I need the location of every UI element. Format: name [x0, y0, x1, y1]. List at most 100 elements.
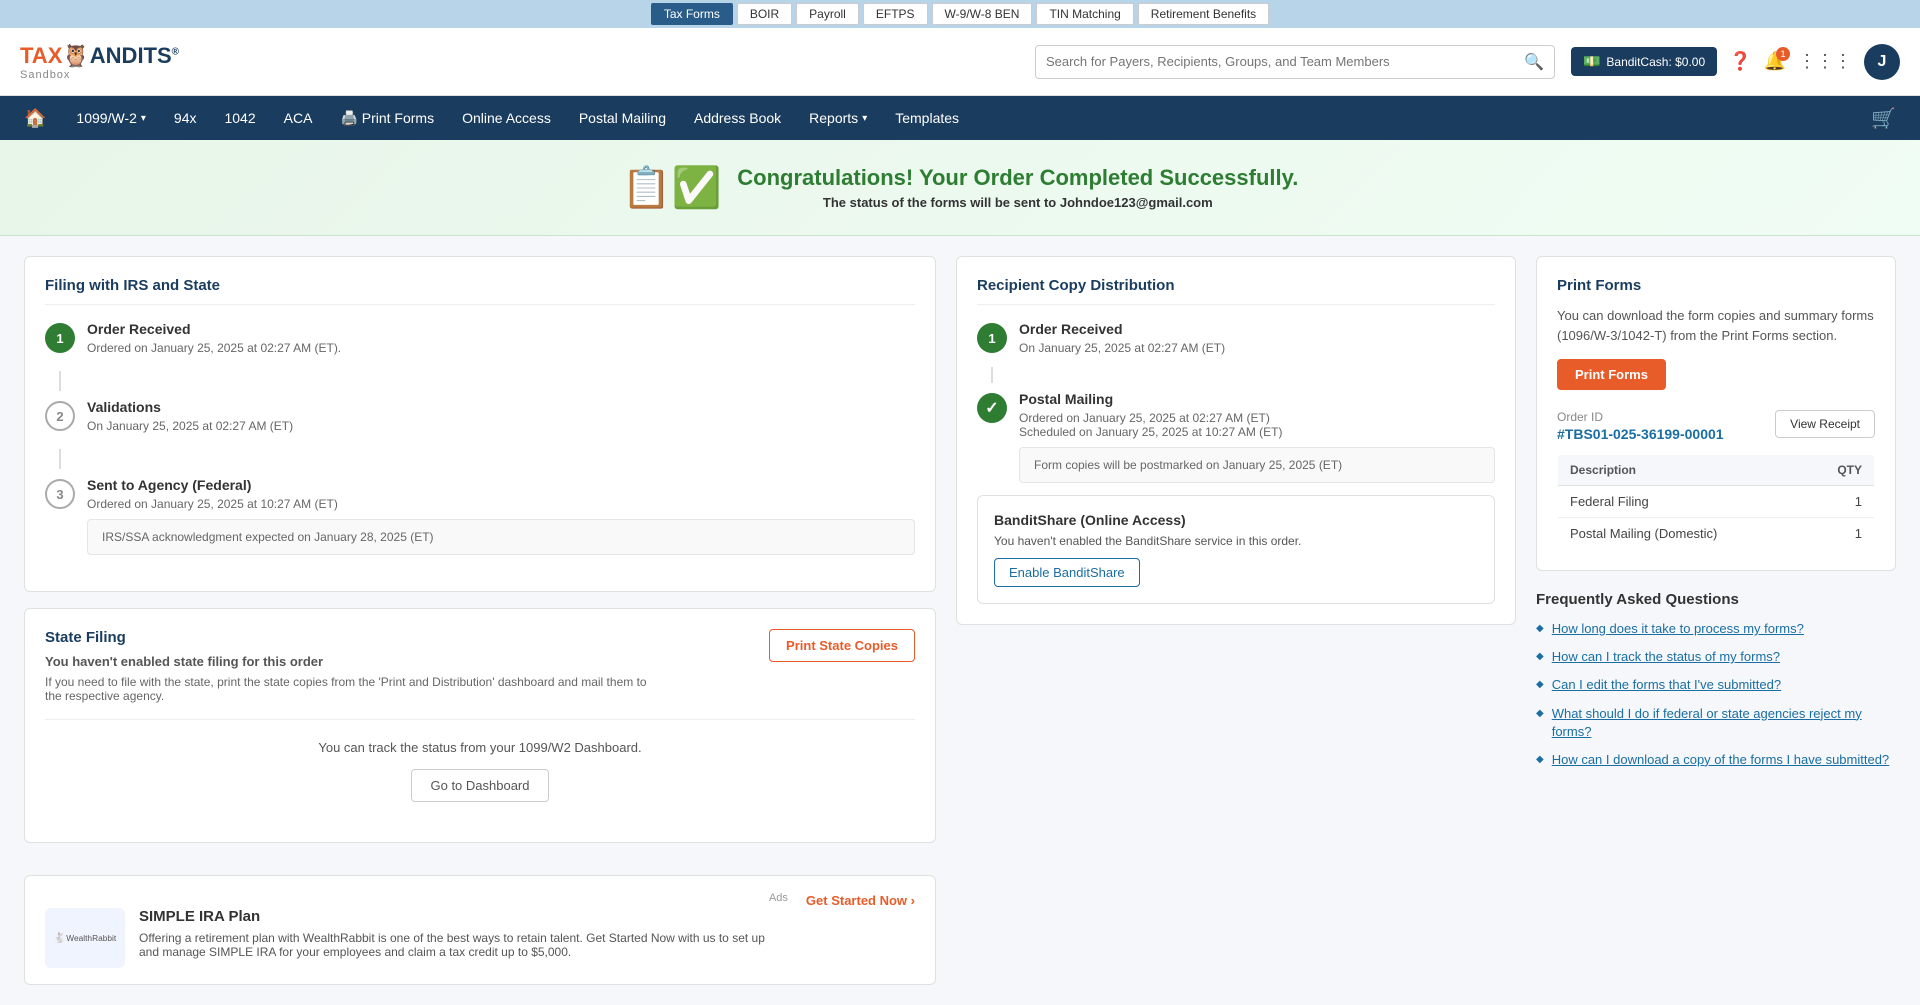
nav-item-94x[interactable]: 94x	[160, 100, 211, 136]
ads-cta-area[interactable]: Get Started Now ›	[802, 892, 915, 908]
nav-item-address-book[interactable]: Address Book	[680, 100, 795, 136]
topbar-item-w9[interactable]: W-9/W-8 BEN	[932, 3, 1033, 25]
nav-item-1042[interactable]: 1042	[210, 100, 269, 136]
col-description: Description	[1558, 455, 1804, 486]
col-qty: QTY	[1804, 455, 1875, 486]
ads-text: SIMPLE IRA Plan Offering a retirement pl…	[139, 908, 788, 959]
faq-diamond-3: ◆	[1536, 679, 1544, 690]
logo[interactable]: TAX🦉ANDITS® Sandbox	[20, 43, 179, 81]
faq-diamond-5: ◆	[1536, 754, 1544, 765]
bandit-cash-icon: 💵	[1583, 53, 1600, 70]
recipient-step1-detail: On January 25, 2025 at 02:27 AM (ET)	[1019, 341, 1495, 355]
faq-link-5[interactable]: How can I download a copy of the forms I…	[1552, 751, 1889, 769]
step1-circle: 1	[45, 323, 75, 353]
nav-item-print-forms[interactable]: 🖨️ Print Forms	[326, 100, 448, 137]
apps-button[interactable]: ⋮⋮⋮	[1798, 51, 1852, 72]
faq-item-2: ◆ How can I track the status of my forms…	[1536, 648, 1896, 666]
nav-item-1099w2[interactable]: 1099/W-2	[62, 100, 159, 136]
state-filing-info: State Filing You haven't enabled state f…	[45, 629, 665, 703]
help-button[interactable]: ❓	[1729, 51, 1751, 72]
order-label: Order ID	[1557, 410, 1724, 424]
topbar-item-payroll[interactable]: Payroll	[796, 3, 859, 25]
print-forms-desc: You can download the form copies and sum…	[1557, 306, 1875, 345]
faq-title: Frequently Asked Questions	[1536, 591, 1896, 608]
topbar-item-boir[interactable]: BOIR	[737, 3, 792, 25]
recipient-step2-circle: ✓	[977, 393, 1007, 423]
notif-badge: 1	[1776, 47, 1790, 61]
order-id-value: #TBS01-025-36199-00001	[1557, 426, 1724, 442]
enable-banditshare-button[interactable]: Enable BanditShare	[994, 558, 1140, 587]
recipient-step2-content: Postal Mailing Ordered on January 25, 20…	[1019, 391, 1495, 483]
cart-icon[interactable]: 🛒	[1863, 98, 1904, 139]
print-state-copies-button[interactable]: Print State Copies	[769, 629, 915, 662]
state-filing-sub: If you need to file with the state, prin…	[45, 675, 665, 703]
view-receipt-button[interactable]: View Receipt	[1775, 410, 1875, 438]
recipient-step1-circle: 1	[977, 323, 1007, 353]
right-column: Print Forms You can download the form co…	[1536, 256, 1896, 985]
recipient-timeline-line	[991, 367, 993, 383]
topbar-item-retirement[interactable]: Retirement Benefits	[1138, 3, 1269, 25]
dashboard-text: You can track the status from your 1099/…	[45, 740, 915, 755]
order-row-2-desc: Postal Mailing (Domestic)	[1558, 518, 1804, 550]
recipient-step2-note: Form copies will be postmarked on Januar…	[1019, 447, 1495, 483]
step2-circle: 2	[45, 401, 75, 431]
ads-title: SIMPLE IRA Plan	[139, 908, 788, 925]
nav-item-templates[interactable]: Templates	[881, 100, 973, 136]
print-forms-title: Print Forms	[1557, 277, 1875, 294]
faq-item-5: ◆ How can I download a copy of the forms…	[1536, 751, 1896, 769]
print-forms-card: Print Forms You can download the form co…	[1536, 256, 1896, 571]
step2-content: Validations On January 25, 2025 at 02:27…	[87, 399, 915, 433]
step2-label: Validations	[87, 399, 915, 415]
timeline: 1 Order Received Ordered on January 25, …	[45, 321, 915, 555]
recipient-step1: 1 Order Received On January 25, 2025 at …	[977, 321, 1495, 355]
step2-detail: On January 25, 2025 at 02:27 AM (ET)	[87, 419, 915, 433]
step3-detail: Ordered on January 25, 2025 at 10:27 AM …	[87, 497, 915, 511]
bandit-cash[interactable]: 💵 BanditCash: $0.00	[1571, 47, 1717, 76]
search-input[interactable]	[1046, 54, 1524, 69]
search-bar[interactable]: 🔍	[1035, 45, 1555, 79]
faq-link-1[interactable]: How long does it take to process my form…	[1552, 620, 1804, 638]
dashboard-section: You can track the status from your 1099/…	[45, 719, 915, 822]
success-sub: The status of the forms will be sent to …	[737, 195, 1298, 210]
header: TAX🦉ANDITS® Sandbox 🔍 💵 BanditCash: $0.0…	[0, 28, 1920, 96]
ads-cta[interactable]: Get Started Now ›	[806, 893, 915, 908]
nav-item-reports[interactable]: Reports	[795, 100, 881, 136]
success-title: Congratulations! Your Order Completed Su…	[737, 165, 1298, 191]
bandit-share-sub: You haven't enabled the BanditShare serv…	[994, 534, 1478, 548]
success-banner: 📋✅ Congratulations! Your Order Completed…	[0, 140, 1920, 236]
print-forms-button[interactable]: Print Forms	[1557, 359, 1666, 390]
nav-home-button[interactable]: 🏠	[16, 100, 54, 137]
topbar-item-tin[interactable]: TIN Matching	[1036, 3, 1133, 25]
recipient-step2: ✓ Postal Mailing Ordered on January 25, …	[977, 391, 1495, 483]
nav-bar: 🏠 1099/W-2 94x 1042 ACA 🖨️ Print Forms O…	[0, 96, 1920, 140]
order-id-row: Order ID #TBS01-025-36199-00001 View Rec…	[1557, 410, 1875, 442]
notifications-button[interactable]: 🔔 1	[1764, 51, 1786, 72]
middle-column: Recipient Copy Distribution 1 Order Rece…	[956, 256, 1516, 985]
state-filing-title: State Filing	[45, 629, 665, 646]
top-bar: Tax Forms BOIR Payroll EFTPS W-9/W-8 BEN…	[0, 0, 1920, 28]
faq-diamond-2: ◆	[1536, 651, 1544, 662]
order-id-info: Order ID #TBS01-025-36199-00001	[1557, 410, 1724, 442]
order-row-1: Federal Filing 1	[1558, 486, 1875, 518]
topbar-item-eftps[interactable]: EFTPS	[863, 3, 928, 25]
avatar[interactable]: J	[1864, 44, 1900, 80]
nav-item-aca[interactable]: ACA	[270, 100, 327, 136]
faq-link-2[interactable]: How can I track the status of my forms?	[1552, 648, 1780, 666]
nav-item-postal-mailing[interactable]: Postal Mailing	[565, 100, 680, 136]
go-to-dashboard-button[interactable]: Go to Dashboard	[411, 769, 548, 802]
bandit-cash-label: BanditCash: $0.00	[1606, 55, 1705, 69]
timeline-step-3: 3 Sent to Agency (Federal) Ordered on Ja…	[45, 477, 915, 555]
recipient-step2-label: Postal Mailing	[1019, 391, 1495, 407]
faq-link-3[interactable]: Can I edit the forms that I've submitted…	[1552, 676, 1781, 694]
topbar-item-tax-forms[interactable]: Tax Forms	[651, 3, 733, 25]
recipient-step2-scheduled: Scheduled on January 25, 2025 at 10:27 A…	[1019, 425, 1495, 439]
ads-inner: 🐇WealthRabbit SIMPLE IRA Plan Offering a…	[45, 908, 788, 968]
faq-section: Frequently Asked Questions ◆ How long do…	[1536, 591, 1896, 769]
nav-item-online-access[interactable]: Online Access	[448, 100, 565, 136]
search-icon[interactable]: 🔍	[1524, 52, 1544, 72]
faq-link-4[interactable]: What should I do if federal or state age…	[1552, 705, 1896, 741]
step1-detail: Ordered on January 25, 2025 at 02:27 AM …	[87, 341, 915, 355]
state-filing-desc: You haven't enabled state filing for thi…	[45, 654, 665, 669]
success-content: Congratulations! Your Order Completed Su…	[737, 165, 1298, 210]
step3-circle: 3	[45, 479, 75, 509]
